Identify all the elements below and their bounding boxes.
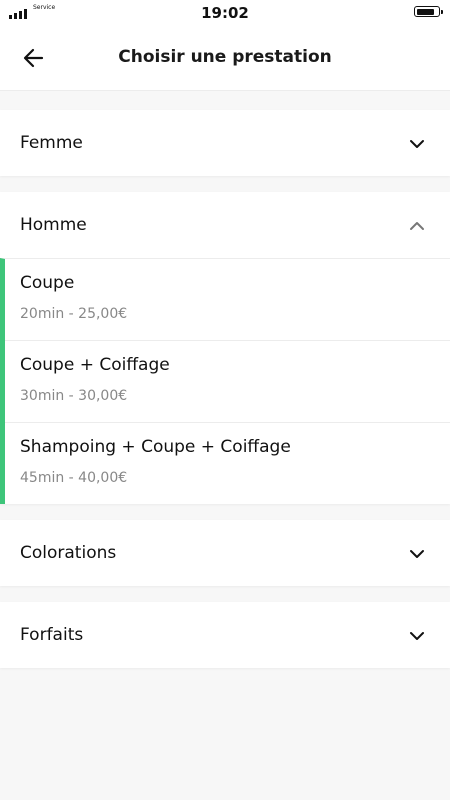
service-list: Coupe 20min - 25,00€ Coupe + Coiffage 30… (0, 258, 450, 504)
chevron-up-icon (410, 222, 424, 230)
category-title: Colorations (20, 543, 117, 563)
status-time: 19:02 (201, 4, 249, 22)
service-duration-price: 20min - 25,00€ (20, 306, 128, 322)
category-card-femme: Femme (0, 110, 450, 176)
category-title: Femme (20, 133, 83, 153)
category-header-forfaits[interactable]: Forfaits (0, 602, 450, 668)
category-header-homme[interactable]: Homme (0, 192, 450, 258)
app-header: Choisir une prestation (0, 26, 450, 91)
category-card-colorations: Colorations (0, 520, 450, 586)
service-duration-price: 45min - 40,00€ (20, 470, 128, 486)
category-header-colorations[interactable]: Colorations (0, 520, 450, 586)
category-card-homme: Homme Coupe 20min - 25,00€ Coupe + Coiff… (0, 192, 450, 504)
service-item[interactable]: Shampoing + Coupe + Coiffage 45min - 40,… (5, 423, 450, 504)
service-name: Shampoing + Coupe + Coiffage (20, 437, 291, 457)
page-title: Choisir une prestation (118, 47, 332, 67)
service-duration-price: 30min - 30,00€ (20, 388, 128, 404)
service-name: Coupe + Coiffage (20, 355, 170, 375)
status-bar: Service 19:02 (0, 0, 450, 26)
category-header-femme[interactable]: Femme (0, 110, 450, 176)
category-title: Forfaits (20, 625, 84, 645)
chevron-down-icon (410, 140, 424, 148)
chevron-down-icon (410, 632, 424, 640)
service-item[interactable]: Coupe 20min - 25,00€ (5, 259, 450, 341)
category-card-forfaits: Forfaits (0, 602, 450, 668)
service-item[interactable]: Coupe + Coiffage 30min - 30,00€ (5, 341, 450, 423)
chevron-down-icon (410, 550, 424, 558)
category-title: Homme (20, 215, 87, 235)
service-name: Coupe (20, 273, 75, 293)
battery-icon (414, 6, 443, 17)
